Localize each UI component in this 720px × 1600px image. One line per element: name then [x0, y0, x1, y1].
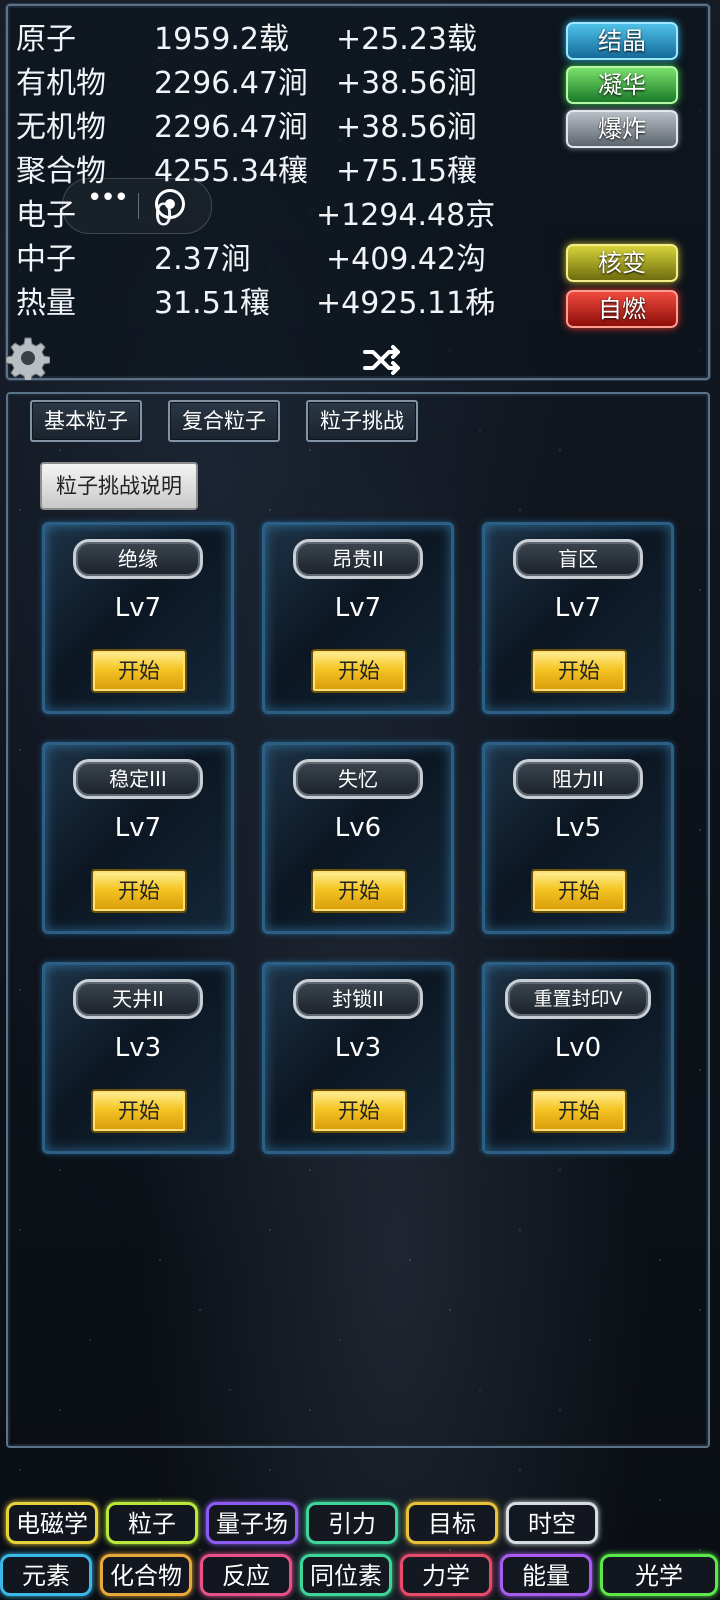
stat-rate: +4925.11秭 [316, 286, 496, 321]
crystallize-button[interactable]: 结晶 [566, 22, 678, 60]
tab-basic-particles[interactable]: 基本粒子 [30, 400, 142, 442]
floating-control-pill[interactable]: ••• [62, 178, 212, 234]
challenge-level: Lv5 [554, 813, 602, 843]
stat-name: 中子 [16, 242, 76, 277]
challenge-card: 昂贵II Lv7 开始 [262, 522, 454, 714]
start-button[interactable]: 开始 [91, 869, 187, 913]
record-icon[interactable] [155, 189, 185, 219]
nav-quantum-field-button[interactable]: 量子场 [206, 1502, 298, 1544]
start-button[interactable]: 开始 [531, 1089, 627, 1133]
nav-electromagnetism-button[interactable]: 电磁学 [6, 1502, 98, 1544]
challenge-card: 盲区 Lv7 开始 [482, 522, 674, 714]
stat-rate: +25.23载 [336, 22, 478, 57]
challenge-name: 天井II [73, 979, 203, 1019]
nav-spacetime-button[interactable]: 时空 [506, 1502, 598, 1544]
pill-divider [138, 193, 139, 219]
gear-icon[interactable] [6, 336, 50, 380]
explode-button[interactable]: 爆炸 [566, 110, 678, 148]
tab-particle-challenge[interactable]: 粒子挑战 [306, 400, 418, 442]
challenge-level: Lv7 [554, 593, 602, 623]
challenge-name: 稳定III [73, 759, 203, 799]
stat-rate: +38.56涧 [336, 110, 478, 145]
nav-compounds-button[interactable]: 化合物 [100, 1554, 192, 1596]
stat-amount: 2.37涧 [154, 242, 251, 277]
challenge-card: 天井II Lv3 开始 [42, 962, 234, 1154]
start-button[interactable]: 开始 [531, 869, 627, 913]
challenge-name: 昂贵II [293, 539, 423, 579]
challenge-name: 阻力II [513, 759, 643, 799]
stat-rate: +38.56涧 [336, 66, 478, 101]
nav-optics-button[interactable]: 光学 [600, 1554, 718, 1596]
nav-elements-button[interactable]: 元素 [0, 1554, 92, 1596]
stat-amount: 31.51穰 [154, 286, 270, 321]
fission-button[interactable]: 核变 [566, 244, 678, 282]
nav-particles-button[interactable]: 粒子 [106, 1502, 198, 1544]
nav-mechanics-button[interactable]: 力学 [400, 1554, 492, 1596]
start-button[interactable]: 开始 [311, 1089, 407, 1133]
stat-rate: +409.42沟 [326, 242, 487, 277]
challenge-card: 稳定III Lv7 开始 [42, 742, 234, 934]
challenge-card: 绝缘 Lv7 开始 [42, 522, 234, 714]
ignite-button[interactable]: 自燃 [566, 290, 678, 328]
nav-gravity-button[interactable]: 引力 [306, 1502, 398, 1544]
stat-name: 无机物 [16, 110, 106, 145]
challenge-info-button[interactable]: 粒子挑战说明 [40, 462, 198, 510]
nav-reactions-button[interactable]: 反应 [200, 1554, 292, 1596]
challenge-level: Lv0 [554, 1033, 602, 1063]
stat-name: 热量 [16, 286, 76, 321]
challenge-name: 盲区 [513, 539, 643, 579]
challenge-level: Lv7 [334, 593, 382, 623]
more-icon[interactable]: ••• [87, 183, 129, 213]
challenge-name: 绝缘 [73, 539, 203, 579]
condense-button[interactable]: 凝华 [566, 66, 678, 104]
start-button[interactable]: 开始 [311, 869, 407, 913]
nav-isotopes-button[interactable]: 同位素 [300, 1554, 392, 1596]
challenge-name: 重置封印V [505, 979, 651, 1019]
challenge-card: 阻力II Lv5 开始 [482, 742, 674, 934]
challenge-level: Lv6 [334, 813, 382, 843]
start-button[interactable]: 开始 [91, 649, 187, 693]
challenge-level: Lv7 [114, 813, 162, 843]
challenge-level: Lv7 [114, 593, 162, 623]
stat-amount: 1959.2载 [154, 22, 289, 57]
challenge-level: Lv3 [114, 1033, 162, 1063]
start-button[interactable]: 开始 [311, 649, 407, 693]
stat-rate: +75.15穰 [336, 154, 478, 189]
nav-energy-button[interactable]: 能量 [500, 1554, 592, 1596]
stat-amount: 2296.47涧 [154, 110, 309, 145]
start-button[interactable]: 开始 [531, 649, 627, 693]
nav-goals-button[interactable]: 目标 [406, 1502, 498, 1544]
stat-amount: 2296.47涧 [154, 66, 309, 101]
challenge-name: 封锁II [293, 979, 423, 1019]
challenge-card: 封锁II Lv3 开始 [262, 962, 454, 1154]
stat-rate: +1294.48京 [316, 198, 496, 233]
stat-name: 有机物 [16, 66, 106, 101]
challenge-level: Lv3 [334, 1033, 382, 1063]
shuffle-icon[interactable] [362, 344, 402, 376]
challenge-card: 失忆 Lv6 开始 [262, 742, 454, 934]
tab-composite-particles[interactable]: 复合粒子 [168, 400, 280, 442]
stat-name: 原子 [16, 22, 76, 57]
challenge-card: 重置封印V Lv0 开始 [482, 962, 674, 1154]
start-button[interactable]: 开始 [91, 1089, 187, 1133]
challenge-name: 失忆 [293, 759, 423, 799]
